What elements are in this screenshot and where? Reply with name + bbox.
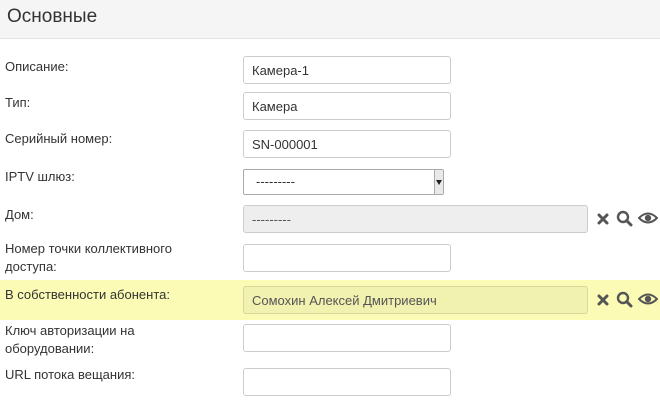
owner-label: В собственности абонента: xyxy=(5,287,170,302)
field-row-house: Дом: xyxy=(0,202,660,238)
description-input[interactable] xyxy=(243,56,451,84)
stream-url-label: URL потока вещания: xyxy=(5,367,135,382)
iptv-select-value: --------- xyxy=(256,174,295,189)
field-row-stream-url: URL потока вещания: xyxy=(0,362,660,400)
times-icon[interactable] xyxy=(596,291,614,309)
field-row-owner: В собственности абонента: xyxy=(0,280,660,320)
search-icon[interactable] xyxy=(616,210,634,228)
iptv-label: IPTV шлюз: xyxy=(5,169,75,184)
field-row-serial: Серийный номер: xyxy=(0,124,660,160)
select-arrow-icon[interactable] xyxy=(434,170,443,194)
owner-input xyxy=(243,286,588,314)
section-header: Основные xyxy=(0,0,660,39)
serial-label: Серийный номер: xyxy=(5,131,113,146)
eye-icon[interactable] xyxy=(637,291,659,309)
auth-key-input[interactable] xyxy=(243,324,451,352)
section-title: Основные xyxy=(7,6,98,27)
search-icon[interactable] xyxy=(616,291,634,309)
iptv-select[interactable]: --------- xyxy=(243,169,444,195)
type-input[interactable] xyxy=(243,92,451,120)
type-label: Тип: xyxy=(5,95,31,110)
stream-url-input[interactable] xyxy=(243,368,451,396)
field-row-iptv: IPTV шлюз: --------- xyxy=(0,164,660,200)
house-input xyxy=(243,205,588,233)
serial-input[interactable] xyxy=(243,130,451,158)
eye-icon[interactable] xyxy=(637,210,659,228)
access-point-label: Номер точки коллективного доступа: xyxy=(5,241,172,274)
field-row-access-point: Номер точки коллективного доступа: xyxy=(0,238,660,282)
field-row-type: Тип: xyxy=(0,88,660,124)
field-row-description: Описание: xyxy=(0,50,660,86)
access-point-input[interactable] xyxy=(243,244,451,272)
description-label: Описание: xyxy=(5,59,69,74)
field-row-auth-key: Ключ авторизации на оборудовании: xyxy=(0,320,660,364)
times-icon[interactable] xyxy=(596,210,614,228)
auth-key-label: Ключ авторизации на оборудовании: xyxy=(5,323,135,356)
house-label: Дом: xyxy=(5,207,34,222)
